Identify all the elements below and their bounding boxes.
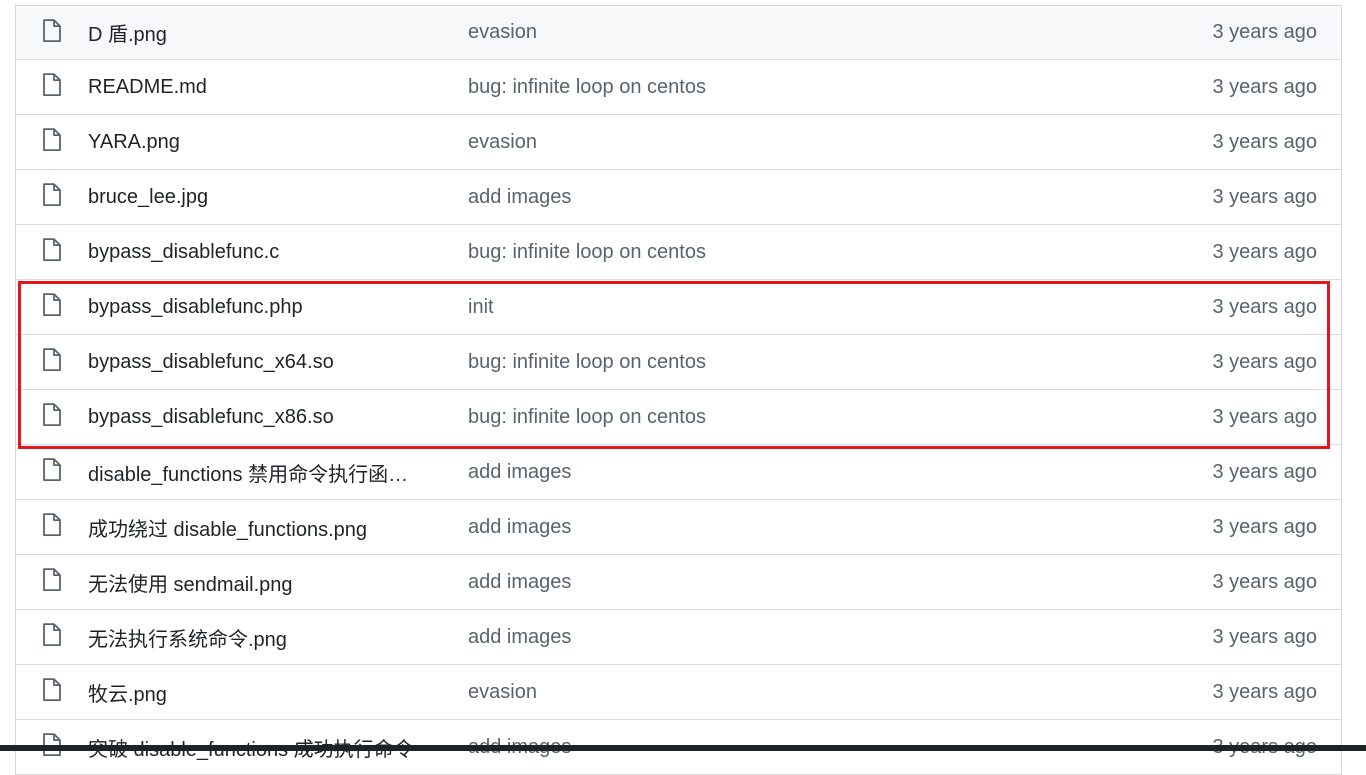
file-row[interactable]: 无法使用 sendmail.png add images 3 years ago: [16, 555, 1341, 610]
commit-age: 3 years ago: [1212, 570, 1317, 593]
commit-message-link[interactable]: bug: infinite loop on centos: [468, 351, 1068, 374]
commit-age: 3 years ago: [1212, 75, 1317, 98]
file-name-link[interactable]: YARA.png: [88, 131, 433, 154]
commit-message-link[interactable]: bug: infinite loop on centos: [468, 406, 1068, 429]
commit-message-link[interactable]: evasion: [468, 681, 1068, 704]
bottom-bar: [0, 745, 1366, 751]
commit-message-link[interactable]: bug: infinite loop on centos: [468, 241, 1068, 264]
commit-message-link[interactable]: bug: infinite loop on centos: [468, 76, 1068, 99]
commit-age: 3 years ago: [1212, 515, 1317, 538]
file-name-link[interactable]: disable_functions 禁用命令执行函…: [88, 458, 433, 487]
commit-age: 3 years ago: [1212, 21, 1317, 43]
file-name-link[interactable]: 无法执行系统命令.png: [88, 623, 433, 652]
commit-age: 3 years ago: [1212, 680, 1317, 703]
file-name-link[interactable]: 无法使用 sendmail.png: [88, 568, 433, 597]
file-icon: [42, 513, 62, 537]
file-name-link[interactable]: D 盾.png: [88, 18, 433, 47]
file-icon: [42, 293, 62, 317]
file-name-link[interactable]: bruce_lee.jpg: [88, 186, 433, 209]
file-icon: [42, 678, 62, 702]
file-row[interactable]: disable_functions 禁用命令执行函… add images 3 ye…: [16, 445, 1341, 500]
file-row[interactable]: bypass_disablefunc.c bug: infinite loop o…: [16, 225, 1341, 280]
commit-age: 3 years ago: [1212, 240, 1317, 263]
file-row[interactable]: bypass_disablefunc.php init 3 years ago: [16, 280, 1341, 335]
file-row[interactable]: D 盾.png evasion 3 years ago: [16, 6, 1341, 60]
file-row[interactable]: README.md bug: infinite loop on centos 3 y…: [16, 60, 1341, 115]
file-row[interactable]: 无法执行系统命令.png add images 3 years ago: [16, 610, 1341, 665]
file-list: D 盾.png evasion 3 years ago README.md bug: i…: [15, 5, 1342, 775]
file-name-link[interactable]: bypass_disablefunc.c: [88, 241, 433, 264]
file-icon: [42, 458, 62, 482]
commit-message-link[interactable]: init: [468, 296, 1068, 319]
file-row[interactable]: bypass_disablefunc_x86.so bug: infinite l…: [16, 390, 1341, 445]
commit-age: 3 years ago: [1212, 625, 1317, 648]
commit-age: 3 years ago: [1212, 295, 1317, 318]
file-row[interactable]: bruce_lee.jpg add images 3 years ago: [16, 170, 1341, 225]
file-icon: [42, 238, 62, 262]
file-name-link[interactable]: README.md: [88, 76, 433, 99]
file-name-link[interactable]: bypass_disablefunc.php: [88, 296, 433, 319]
file-icon: [42, 183, 62, 207]
file-row[interactable]: 成功绕过 disable_functions.png add images 3 ye…: [16, 500, 1341, 555]
file-row[interactable]: bypass_disablefunc_x64.so bug: infinite l…: [16, 335, 1341, 390]
commit-message-link[interactable]: add images: [468, 186, 1068, 209]
file-name-link[interactable]: 牧云.png: [88, 678, 433, 707]
file-icon: [42, 18, 62, 42]
commit-age: 3 years ago: [1212, 350, 1317, 373]
commit-age: 3 years ago: [1212, 405, 1317, 428]
commit-message-link[interactable]: add images: [468, 516, 1068, 539]
commit-message-link[interactable]: add images: [468, 461, 1068, 484]
file-icon: [42, 73, 62, 97]
file-icon: [42, 403, 62, 427]
file-row[interactable]: YARA.png evasion 3 years ago: [16, 115, 1341, 170]
file-name-link[interactable]: bypass_disablefunc_x86.so: [88, 406, 433, 429]
commit-message-link[interactable]: add images: [468, 626, 1068, 649]
file-icon: [42, 623, 62, 647]
commit-age: 3 years ago: [1212, 460, 1317, 483]
file-icon: [42, 568, 62, 592]
commit-age: 3 years ago: [1212, 185, 1317, 208]
file-icon: [42, 348, 62, 372]
file-name-link[interactable]: bypass_disablefunc_x64.so: [88, 351, 433, 374]
file-icon: [42, 128, 62, 152]
file-row[interactable]: 牧云.png evasion 3 years ago: [16, 665, 1341, 720]
file-name-link[interactable]: 成功绕过 disable_functions.png: [88, 513, 433, 542]
commit-message-link[interactable]: add images: [468, 571, 1068, 594]
commit-message-link[interactable]: evasion: [468, 131, 1068, 154]
commit-message-link[interactable]: evasion: [468, 21, 1068, 44]
commit-age: 3 years ago: [1212, 130, 1317, 153]
